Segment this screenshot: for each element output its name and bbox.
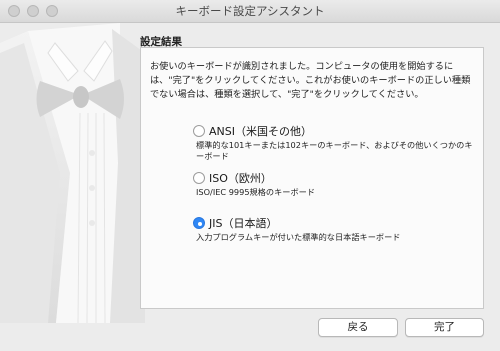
result-description: お使いのキーボードが識別されました。コンピュータの使用を開始するには、"完了"を…: [150, 61, 471, 100]
jis-radio[interactable]: [193, 217, 205, 229]
iso-label[interactable]: ISO（欧州）: [209, 170, 272, 186]
iso-radio[interactable]: [193, 172, 205, 184]
results-panel: お使いのキーボードが識別されました。コンピュータの使用を開始するには、"完了"を…: [140, 47, 484, 309]
done-button[interactable]: 完了: [405, 318, 484, 337]
ansi-radio[interactable]: [193, 125, 205, 137]
iso-description: ISO/IEC 9995規格のキーボード: [196, 187, 316, 197]
back-button[interactable]: 戻る: [318, 318, 398, 337]
jis-label[interactable]: JIS（日本語）: [209, 215, 277, 231]
tuxedo-illustration: [0, 23, 145, 323]
jis-description: 入力プログラムキーが付いた標準的な日本語キーボード: [196, 232, 401, 242]
ansi-description: 標準的な101キーまたは102キーのキーボード、およびその他いくつかのキーボード: [196, 140, 473, 161]
title-bar: キーボード設定アシスタント: [0, 0, 500, 23]
window-title: キーボード設定アシスタント: [175, 4, 325, 18]
assistant-window: キーボード設定アシスタント 設定結果 お使いのキーボードが識別されました。コンピ…: [0, 0, 500, 351]
ansi-label[interactable]: ANSI（米国その他）: [209, 123, 312, 139]
